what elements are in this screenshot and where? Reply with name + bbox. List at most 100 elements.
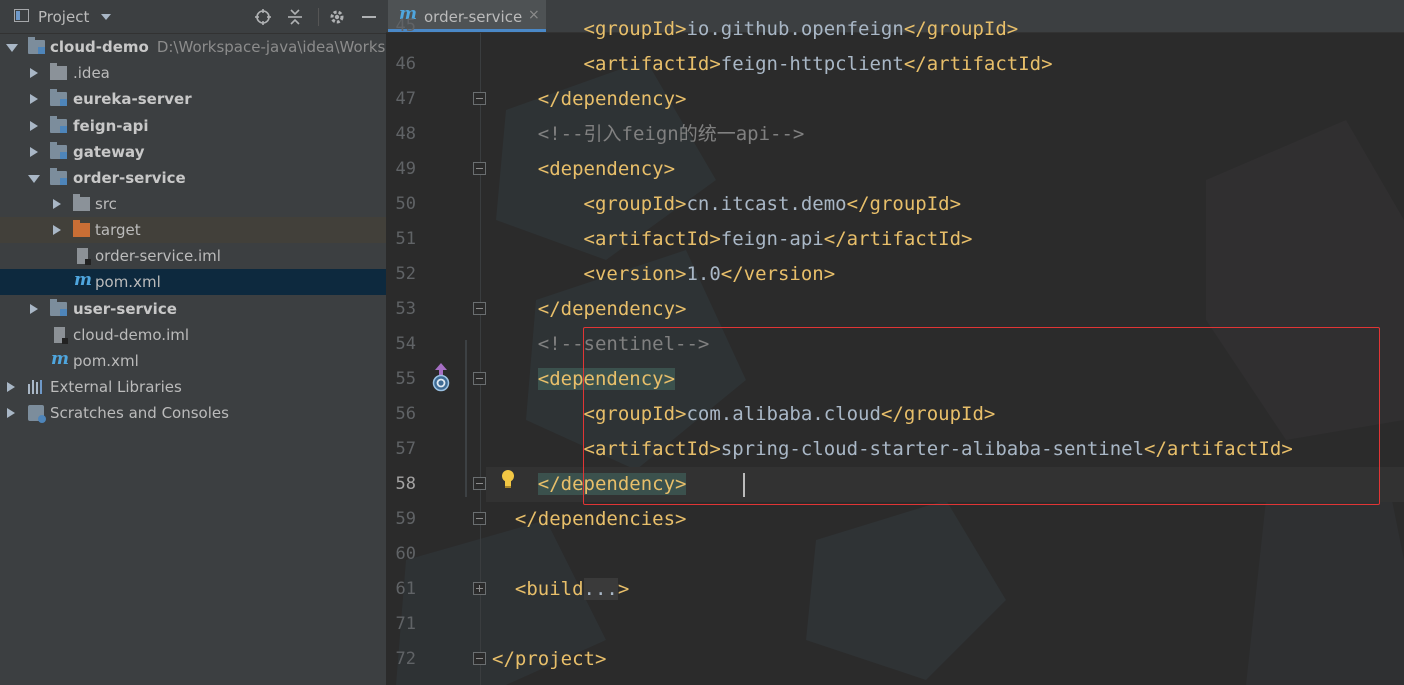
hide-panel-icon[interactable] — [360, 8, 378, 26]
fold-marker[interactable] — [473, 372, 486, 385]
xml-tag: <groupId> — [583, 18, 687, 40]
line-number: 45 — [395, 16, 416, 36]
tree-item-order-service[interactable]: order-service — [0, 165, 386, 191]
code-line-49[interactable]: <dependency> — [492, 152, 675, 187]
xml-tag: </groupId> — [846, 193, 962, 215]
chevron-down-icon[interactable] — [28, 175, 40, 183]
toolbar-divider — [318, 8, 319, 26]
tree-item-label: eureka-server — [73, 90, 192, 108]
tree-item-idea[interactable]: .idea — [0, 60, 386, 86]
tree-item-cloud-demo[interactable]: cloud-demo D:\Workspace-java\idea\Workspa… — [0, 34, 386, 60]
chevron-right-icon[interactable] — [30, 94, 38, 104]
tree-item-label: order-service.iml — [95, 247, 221, 265]
chevron-right-icon[interactable] — [7, 382, 15, 392]
line-number: 72 — [395, 649, 416, 669]
tree-item-feign-api[interactable]: feign-api — [0, 113, 386, 139]
line-number: 48 — [395, 124, 416, 144]
tree-item-label: cloud-demo.iml — [73, 326, 190, 344]
code-editor[interactable]: m order-service × 45 46 47 48 49 50 51 5… — [386, 0, 1404, 685]
tree-item-order-service-iml[interactable]: order-service.iml — [0, 243, 386, 269]
folded-region[interactable]: ... — [583, 578, 618, 600]
fold-marker[interactable] — [473, 302, 486, 315]
tree-item-label: cloud-demo — [50, 38, 149, 56]
collapse-all-icon[interactable] — [286, 8, 304, 26]
xml-comment: <!--引入feign的统一api--> — [537, 123, 805, 145]
line-number: 56 — [395, 404, 416, 424]
tree-item-label: gateway — [73, 143, 145, 161]
xml-text: io.github.openfeign — [686, 18, 904, 40]
xml-text: cn.itcast.demo — [686, 193, 847, 215]
scratches-icon — [28, 405, 46, 423]
maven-icon: m — [51, 349, 69, 369]
tree-item-cloud-demo-iml[interactable]: cloud-demo.iml — [0, 322, 386, 348]
tree-item-label: pom.xml — [73, 352, 139, 370]
tree-item-src[interactable]: src — [0, 191, 386, 217]
tree-item-pom-xml-selected[interactable]: m pom.xml — [0, 269, 386, 295]
chevron-right-icon[interactable] — [30, 147, 38, 157]
fold-marker[interactable] — [473, 512, 486, 525]
line-number: 61 — [395, 579, 416, 599]
code-line-48[interactable]: <!--引入feign的统一api--> — [492, 117, 805, 152]
folder-icon — [50, 63, 67, 80]
vcs-change-marker — [465, 340, 467, 497]
chevron-right-icon[interactable] — [30, 304, 38, 314]
code-line-50[interactable]: <groupId>cn.itcast.demo</groupId> — [492, 187, 962, 222]
project-view-icon — [14, 9, 29, 22]
code-line-61[interactable]: <build...> — [492, 572, 629, 607]
fold-marker[interactable] — [473, 92, 486, 105]
xml-tag: </dependency> — [537, 88, 687, 110]
fold-marker[interactable] — [473, 652, 486, 665]
fold-expand-marker[interactable] — [473, 582, 486, 595]
tree-item-target[interactable]: target — [0, 217, 386, 243]
project-tool-window: Project cloud-demo D:\Workspace-java\idea… — [0, 0, 386, 685]
chevron-down-icon[interactable] — [6, 44, 18, 52]
line-number: 52 — [395, 264, 416, 284]
xml-tag: </dependencies> — [514, 508, 687, 530]
fold-marker[interactable] — [473, 162, 486, 175]
maven-dependency-gutter-icon[interactable] — [431, 362, 451, 392]
project-view-selector[interactable]: Project — [38, 8, 89, 26]
tree-item-label: order-service — [73, 169, 186, 187]
code-line-53[interactable]: </dependency> — [492, 292, 687, 327]
code-line-52[interactable]: <version>1.0</version> — [492, 257, 836, 292]
code-line-72[interactable]: </project> — [492, 642, 606, 677]
chevron-down-icon[interactable] — [101, 14, 111, 20]
xml-tag: <version> — [583, 263, 687, 285]
xml-tag: <artifactId> — [583, 228, 721, 250]
highlight-annotation-box — [583, 327, 1380, 505]
tree-item-gateway[interactable]: gateway — [0, 139, 386, 165]
xml-text: feign-httpclient — [720, 53, 904, 75]
tree-item-label: Scratches and Consoles — [50, 404, 229, 422]
module-folder-icon — [50, 168, 67, 185]
code-line-51[interactable]: <artifactId>feign-api</artifactId> — [492, 222, 973, 257]
chevron-right-icon[interactable] — [53, 225, 61, 235]
maven-icon: m — [74, 270, 92, 290]
line-number: 51 — [395, 229, 416, 249]
line-number: 47 — [395, 89, 416, 109]
xml-tag: </version> — [720, 263, 836, 285]
chevron-right-icon[interactable] — [30, 121, 38, 131]
chevron-right-icon[interactable] — [53, 199, 61, 209]
xml-tag: <build — [514, 578, 584, 600]
code-line-59[interactable]: </dependencies> — [492, 502, 687, 537]
iml-file-icon — [77, 248, 91, 265]
fold-marker[interactable] — [473, 477, 486, 490]
chevron-right-icon[interactable] — [7, 408, 15, 418]
tree-item-root-pom-xml[interactable]: m pom.xml — [0, 348, 386, 374]
tree-item-external-libraries[interactable]: External Libraries — [0, 374, 386, 400]
line-number: 46 — [395, 54, 416, 74]
line-number: 59 — [395, 509, 416, 529]
tree-item-eureka-server[interactable]: eureka-server — [0, 86, 386, 112]
project-header: Project — [0, 0, 386, 34]
chevron-right-icon[interactable] — [30, 68, 38, 78]
xml-tag: <groupId> — [583, 193, 687, 215]
tree-item-user-service[interactable]: user-service — [0, 296, 386, 322]
tree-item-scratches[interactable]: Scratches and Consoles — [0, 400, 386, 426]
line-number: 54 — [395, 334, 416, 354]
gear-icon[interactable] — [328, 8, 346, 26]
xml-tag: > — [617, 578, 630, 600]
tree-item-label: feign-api — [73, 117, 149, 135]
code-line-47[interactable]: </dependency> — [492, 82, 687, 117]
locate-icon[interactable] — [254, 8, 272, 26]
code-line-46[interactable]: <artifactId>feign-httpclient</artifactId… — [492, 47, 1053, 82]
